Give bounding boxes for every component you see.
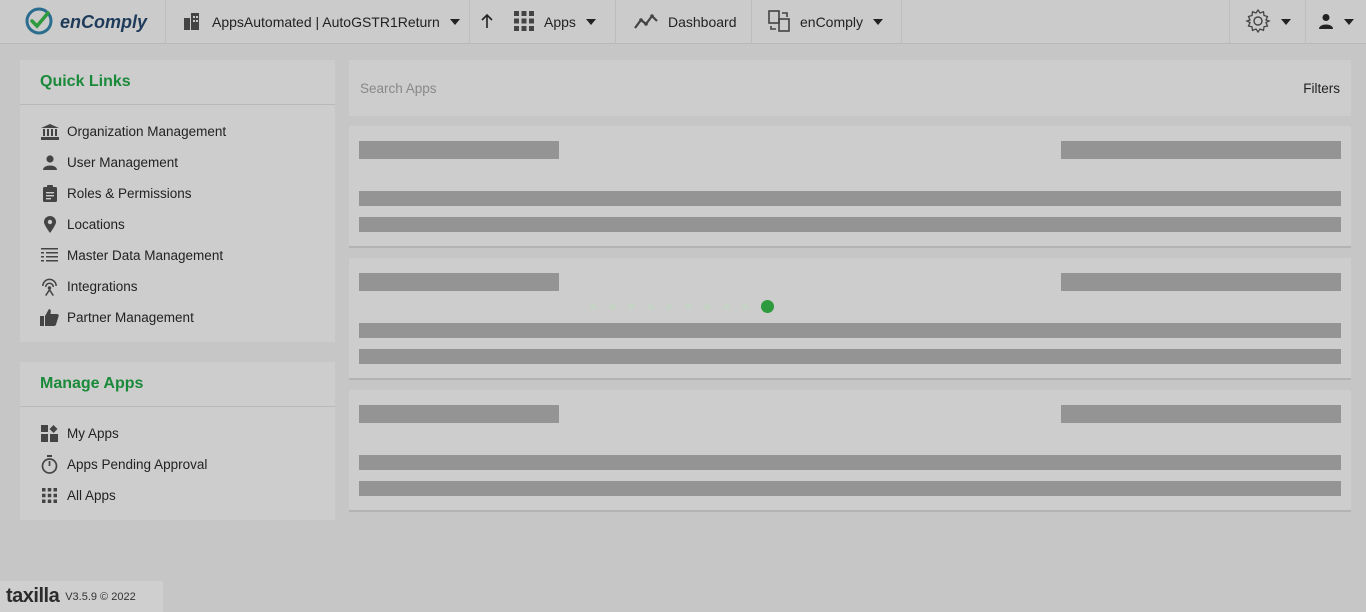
sidebar-item-apps-pending-approval[interactable]: Apps Pending Approval — [20, 449, 335, 480]
sidebar-item-locations[interactable]: Locations — [20, 209, 335, 240]
dashboard-label: Dashboard — [668, 14, 737, 30]
arrow-up-icon — [480, 13, 494, 32]
loader-dot — [628, 302, 635, 310]
skeleton-title — [359, 405, 559, 423]
loader-dot-active — [761, 299, 774, 313]
version-text: V3.5.9 © 2022 — [65, 590, 136, 603]
search-input[interactable] — [360, 80, 960, 96]
chevron-down-icon — [1280, 19, 1291, 25]
loader-dot — [685, 302, 692, 310]
filters-button[interactable]: Filters — [1303, 81, 1340, 96]
switch-product-icon — [768, 9, 790, 35]
sidebar-item-user-management[interactable]: User Management — [20, 147, 335, 178]
thumbs-up-icon — [40, 309, 59, 327]
skeleton-title — [359, 141, 559, 159]
skeleton-title — [359, 273, 559, 291]
data-table-icon — [40, 247, 59, 265]
top-navigation-bar: enComply AppsAutomated | AutoGSTR1Return… — [0, 0, 1366, 44]
skeleton-meta — [1061, 405, 1341, 423]
sidebar-item-label: Locations — [67, 217, 125, 232]
chevron-down-icon — [449, 19, 460, 25]
chevron-down-icon — [1344, 19, 1354, 25]
chart-line-icon — [634, 12, 658, 33]
sidebar-item-label: Organization Management — [67, 124, 227, 139]
quick-links-panel: Quick Links Organization Management User… — [20, 60, 335, 342]
sidebar-item-all-apps[interactable]: All Apps — [20, 480, 335, 511]
search-bar: Filters — [349, 60, 1351, 116]
skeleton-meta — [1061, 273, 1341, 291]
widgets-icon — [40, 425, 59, 443]
grid-icon — [40, 487, 59, 505]
sidebar-item-label: All Apps — [67, 488, 116, 503]
loader-dot — [742, 302, 749, 310]
taxilla-logo: taxilla — [6, 585, 60, 607]
dashboard-link[interactable]: Dashboard — [616, 0, 752, 44]
skeleton-line — [359, 455, 1341, 470]
sidebar-item-label: Master Data Management — [67, 248, 224, 263]
sidebar-item-partner-management[interactable]: Partner Management — [20, 302, 335, 333]
skeleton-line — [359, 481, 1341, 496]
organization-label: AppsAutomated | AutoGSTR1Return — [212, 14, 440, 30]
sidebar-item-label: User Management — [67, 155, 179, 170]
user-menu[interactable] — [1306, 0, 1366, 44]
apps-menu[interactable]: Apps — [498, 0, 616, 44]
manage-apps-panel: Manage Apps My Apps Apps Pending Approva… — [20, 362, 335, 520]
stopwatch-icon — [40, 455, 59, 474]
loader-dot — [647, 302, 654, 310]
grid-icon — [514, 10, 534, 34]
organization-switcher[interactable]: AppsAutomated | AutoGSTR1Return — [166, 0, 470, 44]
topbar-spacer — [902, 0, 1230, 43]
clipboard-icon — [40, 185, 59, 203]
quick-links-title: Quick Links — [20, 60, 335, 105]
sidebar-item-organization-management[interactable]: Organization Management — [20, 116, 335, 147]
gear-icon — [1244, 8, 1271, 37]
product-label: enComply — [800, 14, 864, 30]
check-circle-logo-icon — [24, 6, 54, 39]
skeleton-line — [359, 323, 1341, 338]
sidebar-item-label: Integrations — [67, 279, 138, 294]
app-card-skeleton — [349, 258, 1351, 380]
skeleton-line — [359, 191, 1341, 206]
loader-dot — [609, 302, 616, 310]
brand-logo[interactable]: enComply — [0, 0, 166, 44]
app-card-skeleton — [349, 126, 1351, 248]
product-switcher[interactable]: enComply — [752, 0, 902, 44]
person-icon — [40, 154, 59, 172]
map-pin-icon — [40, 216, 59, 234]
sidebar-item-label: My Apps — [67, 426, 119, 441]
upload-button[interactable] — [470, 0, 498, 44]
sidebar-item-label: Apps Pending Approval — [67, 457, 208, 472]
sidebar-item-integrations[interactable]: Integrations — [20, 271, 335, 302]
loader-dot — [590, 302, 597, 310]
apps-label: Apps — [544, 14, 576, 30]
sidebar-item-roles-permissions[interactable]: Roles & Permissions — [20, 178, 335, 209]
skeleton-line — [359, 349, 1341, 364]
footer: taxilla V3.5.9 © 2022 — [0, 581, 163, 612]
loader-dot — [723, 302, 730, 310]
bank-icon — [40, 123, 59, 141]
brand-name: enComply — [60, 11, 148, 32]
skeleton-meta — [1061, 141, 1341, 159]
chevron-down-icon — [873, 19, 884, 25]
chevron-down-icon — [585, 19, 596, 25]
app-card-skeleton — [349, 390, 1351, 512]
sidebar-item-label: Partner Management — [67, 310, 194, 325]
user-icon — [1318, 13, 1334, 32]
sidebar-item-my-apps[interactable]: My Apps — [20, 418, 335, 449]
manage-apps-title: Manage Apps — [20, 362, 335, 407]
settings-menu[interactable] — [1230, 0, 1306, 44]
building-icon — [182, 11, 202, 34]
loader-dot — [666, 302, 673, 310]
skeleton-line — [359, 217, 1341, 232]
sidebar-item-label: Roles & Permissions — [67, 186, 192, 201]
loader-dot — [704, 302, 711, 310]
loading-indicator — [590, 299, 780, 313]
antenna-icon — [40, 278, 59, 296]
sidebar-item-master-data-management[interactable]: Master Data Management — [20, 240, 335, 271]
